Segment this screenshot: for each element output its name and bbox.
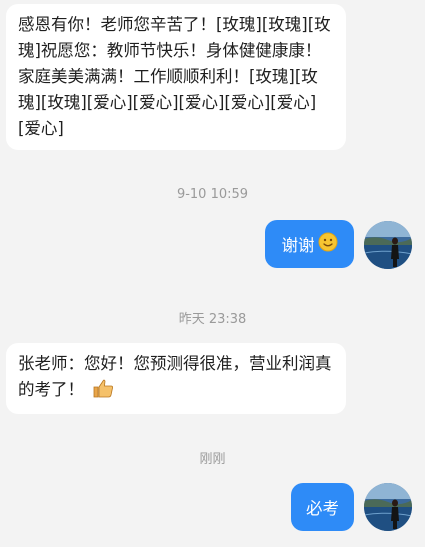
message-text: 张老师：您好！您预测得很准，营业利润真的考了！ [18, 354, 332, 399]
timestamp: 昨天 23:38 [178, 312, 247, 327]
smile-emoji-icon [318, 232, 338, 256]
incoming-message-bubble[interactable]: 感恩有你！老师您辛苦了！[玫瑰][玫瑰][玫瑰]祝愿您：教师节快乐！身体健健康康… [6, 4, 346, 150]
user-avatar[interactable] [364, 221, 412, 269]
user-avatar[interactable] [364, 483, 412, 531]
thumbs-up-emoji-icon [92, 378, 114, 406]
outgoing-message-bubble[interactable]: 谢谢 [265, 220, 354, 268]
timestamp: 9-10 10:59 [176, 187, 249, 202]
incoming-message-bubble[interactable]: 张老师：您好！您预测得很准，营业利润真的考了！ [6, 343, 346, 414]
message-text: 必考 [306, 499, 339, 518]
message-text: 谢谢 [281, 236, 315, 255]
message-text: 感恩有你！老师您辛苦了！[玫瑰][玫瑰][玫瑰]祝愿您：教师节快乐！身体健健康康… [18, 15, 331, 138]
timestamp: 刚刚 [199, 452, 226, 467]
outgoing-message-bubble[interactable]: 必考 [291, 483, 354, 531]
